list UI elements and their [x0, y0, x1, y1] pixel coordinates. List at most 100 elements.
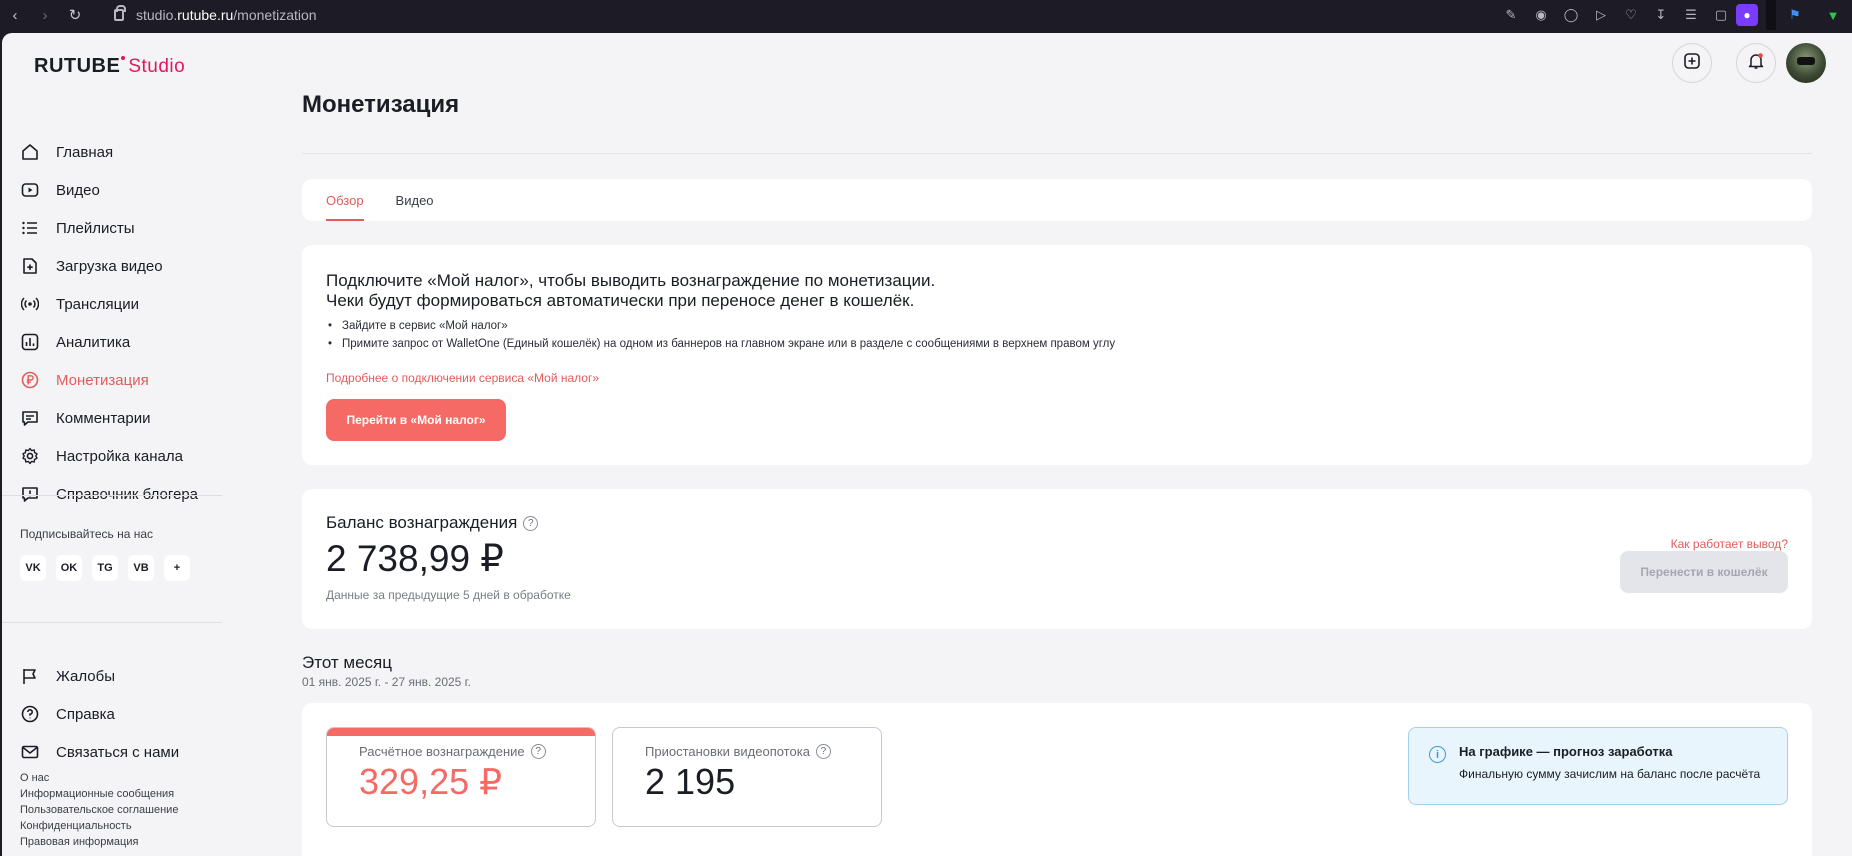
stat-label: Расчётное вознаграждение — [359, 744, 525, 759]
list-item: Зайдите в сервис «Мой налог» — [326, 317, 1788, 335]
home-icon — [20, 142, 40, 162]
plus-icon[interactable]: + — [164, 555, 190, 581]
url-path: /monetization — [233, 7, 317, 23]
sidebar-item-label: Видео — [56, 181, 100, 199]
vk-icon[interactable]: VK — [20, 555, 46, 581]
app-window: RUTUBE Studio Главная Видео Плейлисты Заг… — [2, 33, 1852, 856]
sidebar-secondary-nav: Жалобы Справка Связаться с нами — [20, 657, 179, 771]
viber-icon[interactable]: VB — [128, 555, 154, 581]
list-item: Примите запрос от WalletOne (Единый коше… — [326, 335, 1788, 353]
sidebar-item-channel-settings[interactable]: Настройка канала — [20, 437, 198, 475]
sidebar-item-contact[interactable]: Связаться с нами — [20, 733, 179, 771]
guide-icon — [20, 484, 40, 504]
my-tax-heading-line2: Чеки будут формироваться автоматически п… — [326, 291, 915, 310]
download-icon[interactable]: ↧ — [1650, 4, 1672, 26]
my-tax-more-link[interactable]: Подробнее о подключении сервиса «Мой нал… — [326, 371, 1788, 385]
extension-download-icon[interactable]: ▼ — [1818, 4, 1848, 26]
sidebar-item-label: Аналитика — [56, 333, 131, 351]
url-prefix: studio. — [136, 7, 178, 23]
edit-icon[interactable]: ✎ — [1500, 4, 1522, 26]
info-icon: i — [1429, 746, 1446, 763]
follow-label: Подписывайтесь на нас — [20, 527, 154, 541]
heart-icon[interactable]: ♡ — [1620, 4, 1642, 26]
month-stats-card: Расчётное вознаграждение ? 329,25 ₽ Прио… — [302, 703, 1812, 856]
sidebar-item-broadcasts[interactable]: Трансляции — [20, 285, 198, 323]
shield-icon[interactable]: ◯ — [1560, 4, 1582, 26]
sidebar-item-comments[interactable]: Комментарии — [20, 399, 198, 437]
sidebar-item-playlists[interactable]: Плейлисты — [20, 209, 198, 247]
sidebar-item-label: Настройка канала — [56, 447, 183, 465]
go-to-my-tax-button[interactable]: Перейти в «Мой налог» — [326, 399, 506, 441]
avatar[interactable] — [1786, 43, 1826, 83]
month-range: 01 янв. 2025 г. - 27 янв. 2025 г. — [302, 675, 471, 689]
transfer-to-wallet-button[interactable]: Перенести в кошелёк — [1620, 551, 1788, 593]
video-icon — [20, 180, 40, 200]
cube-icon[interactable]: ▢ — [1710, 4, 1732, 26]
sidebar-item-monetization[interactable]: Монетизация — [20, 361, 198, 399]
footer-links: О нас Информационные сообщения Пользоват… — [20, 770, 178, 850]
browser-toolbar: ‹ › ↻ studio. rutube.ru/monetization ✎ ◉ … — [0, 0, 1852, 30]
extension-flag-icon[interactable]: ⚑ — [1780, 4, 1810, 26]
sidebar-divider — [2, 622, 222, 623]
rutube-studio-logo[interactable]: RUTUBE Studio — [34, 55, 185, 78]
sidebar-item-label: Трансляции — [56, 295, 140, 313]
back-icon[interactable]: ‹ — [0, 4, 30, 26]
how-withdrawal-works-link[interactable]: Как работает вывод? — [1671, 537, 1788, 551]
broadcast-icon — [20, 294, 40, 314]
sidebar-item-label: Главная — [56, 143, 114, 161]
question-icon[interactable]: ? — [530, 744, 546, 759]
tab-overview[interactable]: Обзор — [326, 179, 364, 221]
forecast-info-banner: i На графике — прогноз заработка Финальн… — [1408, 727, 1788, 805]
forward-icon[interactable]: › — [30, 4, 60, 26]
sidebar-item-label: Жалобы — [56, 667, 115, 685]
sidebar-item-label: Плейлисты — [56, 219, 135, 237]
info-text: Финальную сумму зачислим на баланс после… — [1459, 767, 1761, 781]
mail-icon — [20, 742, 40, 762]
sidebar-nav: Главная Видео Плейлисты Загрузка видео Т… — [20, 133, 198, 513]
playlist-icon — [20, 218, 40, 238]
sidebar-item-label: Связаться с нами — [56, 743, 180, 761]
comment-icon — [20, 408, 40, 428]
stat-value: 329,25 ₽ — [359, 761, 503, 802]
sidebar-item-upload[interactable]: Загрузка видео — [20, 247, 198, 285]
footer-link-legal[interactable]: Правовая информация — [20, 834, 178, 850]
telegram-icon[interactable]: TG — [92, 555, 118, 581]
address-bar[interactable]: studio. rutube.ru/monetization — [114, 5, 317, 23]
footer-link-user-agreement[interactable]: Пользовательское соглашение — [20, 802, 178, 818]
logo-brand: RUTUBE — [34, 55, 121, 77]
tab-video[interactable]: Видео — [396, 179, 434, 221]
sidebar-item-analytics[interactable]: Аналитика — [20, 323, 198, 361]
profile-icon[interactable]: ● — [1736, 4, 1758, 26]
sidebar-item-blogger-guide[interactable]: Справочник блогера — [20, 475, 198, 513]
stat-label-row: Приостановки видеопотока ? — [645, 744, 849, 759]
stat-value: 2 195 — [645, 761, 736, 802]
question-icon[interactable]: ? — [523, 515, 539, 531]
sidebar-item-video[interactable]: Видео — [20, 171, 198, 209]
create-button[interactable] — [1672, 43, 1712, 83]
sidebar: RUTUBE Studio Главная Видео Плейлисты Заг… — [2, 33, 224, 856]
footer-link-info-messages[interactable]: Информационные сообщения — [20, 786, 178, 802]
balance-amount: 2 738,99 ₽ — [326, 538, 504, 579]
stream-pauses-stat[interactable]: Приостановки видеопотока ? 2 195 — [612, 727, 882, 827]
ok-icon[interactable]: OK — [56, 555, 82, 581]
menu-icon[interactable]: ☰ — [1680, 4, 1702, 26]
question-icon[interactable]: ? — [815, 744, 831, 759]
month-title: Этот месяц — [302, 653, 392, 672]
url-domain: rutube.ru — [177, 7, 234, 23]
notifications-button[interactable] — [1736, 43, 1776, 83]
footer-link-privacy[interactable]: Конфиденциальность — [20, 818, 178, 834]
sidebar-item-home[interactable]: Главная — [20, 133, 198, 171]
camera-icon[interactable]: ◉ — [1530, 4, 1552, 26]
title-divider — [302, 153, 1812, 154]
reload-icon[interactable]: ↻ — [60, 4, 90, 26]
sidebar-item-label: Загрузка видео — [56, 257, 163, 275]
play-icon[interactable]: ▷ — [1590, 4, 1612, 26]
estimated-reward-stat[interactable]: Расчётное вознаграждение ? 329,25 ₽ — [326, 727, 596, 827]
my-tax-heading: Подключите «Мой налог», чтобы выводить в… — [326, 271, 1788, 311]
balance-card: Баланс вознаграждения ? 2 738,99 ₽ Данны… — [302, 489, 1812, 629]
sidebar-item-help[interactable]: Справка — [20, 695, 179, 733]
footer-link-about[interactable]: О нас — [20, 770, 178, 786]
my-tax-steps: Зайдите в сервис «Мой налог» Примите зап… — [326, 317, 1788, 353]
logo-product: Studio — [128, 56, 186, 77]
sidebar-item-complaints[interactable]: Жалобы — [20, 657, 179, 695]
